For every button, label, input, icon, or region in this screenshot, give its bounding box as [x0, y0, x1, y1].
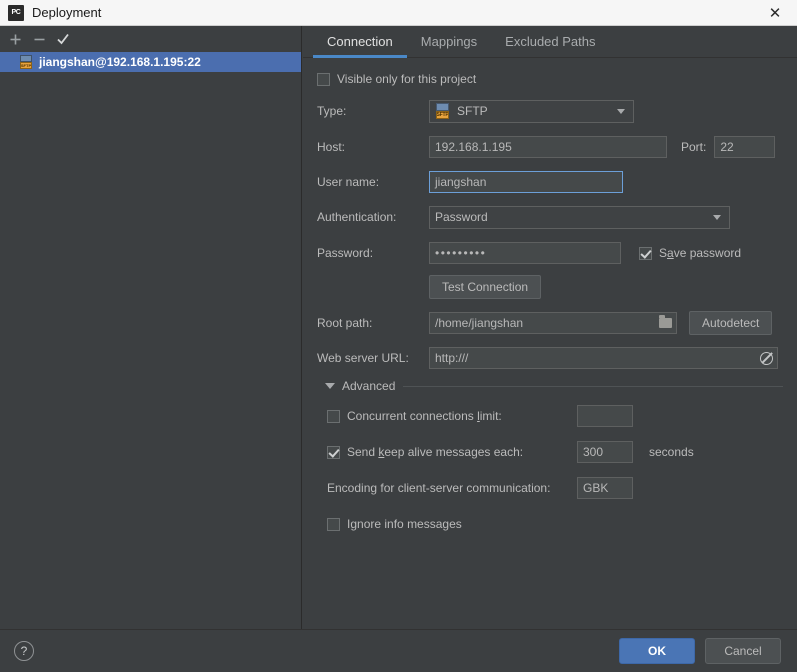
concurrent-limit-checkbox-row[interactable]: Concurrent connections limit:: [327, 409, 577, 423]
window-titlebar: PC Deployment ✕: [0, 0, 797, 26]
remove-server-button[interactable]: [28, 28, 50, 50]
tab-excluded-paths[interactable]: Excluded Paths: [491, 34, 609, 57]
root-path-input[interactable]: /home/jiangshan: [429, 312, 677, 334]
tab-connection[interactable]: Connection: [313, 34, 407, 58]
list-item-label: jiangshan@192.168.1.195:22: [39, 55, 201, 69]
sftp-icon: SFTP: [20, 55, 34, 69]
keep-alive-checkbox-row[interactable]: Send keep alive messages each:: [327, 445, 577, 459]
checkmark-icon: [57, 33, 69, 45]
dialog-actions: OK Cancel: [619, 638, 781, 664]
concurrent-limit-label: Concurrent connections limit:: [347, 409, 502, 423]
visible-only-checkbox[interactable]: [317, 72, 330, 86]
authentication-label: Authentication:: [317, 210, 397, 224]
encoding-label: Encoding for client-server communication…: [327, 481, 551, 495]
settings-tabs: Connection Mappings Excluded Paths: [303, 26, 797, 58]
password-input[interactable]: •••••••••: [429, 242, 621, 264]
globe-disabled-icon[interactable]: [759, 351, 773, 365]
web-server-url-input[interactable]: http:///: [429, 347, 778, 369]
set-default-server-button[interactable]: [52, 28, 74, 50]
type-select-value: SFTP: [457, 104, 488, 118]
authentication-select-value: Password: [435, 210, 488, 224]
plus-icon: [10, 34, 20, 44]
host-label: Host:: [317, 140, 346, 154]
port-label: Port:: [681, 140, 707, 154]
root-path-label: Root path:: [317, 316, 373, 330]
port-input[interactable]: 22: [714, 136, 776, 158]
advanced-label: Advanced: [342, 379, 396, 393]
cancel-button[interactable]: Cancel: [705, 638, 781, 664]
tab-mappings[interactable]: Mappings: [407, 34, 491, 57]
authentication-select[interactable]: Password: [429, 205, 730, 229]
test-connection-button[interactable]: Test Connection: [429, 275, 542, 299]
type-select[interactable]: SFTP SFTP: [429, 99, 634, 123]
password-label: Password:: [317, 246, 374, 260]
list-item-server[interactable]: SFTP jiangshan@192.168.1.195:22: [0, 52, 301, 72]
visible-only-checkbox-row[interactable]: Visible only for this project: [317, 72, 476, 86]
host-input[interactable]: 192.168.1.195: [429, 136, 667, 158]
advanced-divider: [403, 385, 783, 387]
user-name-label: User name:: [317, 175, 380, 189]
user-name-input[interactable]: jiangshan: [429, 171, 623, 193]
add-server-button[interactable]: [4, 28, 26, 50]
chevron-down-icon: [325, 383, 335, 389]
concurrent-limit-checkbox[interactable]: [327, 409, 340, 423]
web-server-url-label: Web server URL:: [317, 351, 409, 365]
connection-settings-panel: Connection Mappings Excluded Paths Visib…: [303, 26, 797, 629]
autodetect-button[interactable]: Autodetect: [689, 311, 773, 335]
advanced-section-header[interactable]: Advanced: [317, 379, 783, 393]
save-password-checkbox[interactable]: [639, 246, 652, 260]
pycharm-app-icon: PC: [8, 4, 24, 21]
help-icon[interactable]: ?: [14, 641, 34, 661]
ignore-info-label: Ignore info messages: [347, 517, 462, 531]
connection-form: Visible only for this project Type: SFTP…: [303, 58, 797, 535]
keep-alive-label: Send keep alive messages each:: [347, 445, 524, 459]
sftp-icon-text: SFTP: [436, 111, 449, 119]
server-list-toolbar: [0, 26, 301, 52]
dialog-bottom-bar: ? OK Cancel: [0, 629, 797, 672]
visible-only-label: Visible only for this project: [337, 72, 477, 86]
keep-alive-checkbox[interactable]: [327, 445, 340, 459]
ok-button[interactable]: OK: [619, 638, 695, 664]
sftp-icon: SFTP: [435, 103, 451, 119]
chevron-down-icon: [713, 214, 721, 220]
keep-alive-unit-label: seconds: [649, 445, 694, 459]
minus-icon: [34, 38, 44, 40]
close-icon[interactable]: ✕: [753, 0, 797, 26]
concurrent-limit-input[interactable]: [577, 405, 633, 427]
server-list: SFTP jiangshan@192.168.1.195:22: [0, 52, 301, 72]
save-password-checkbox-row[interactable]: Save password: [639, 246, 741, 260]
chevron-down-icon: [617, 108, 625, 114]
window-title: Deployment: [32, 5, 102, 20]
folder-icon[interactable]: [658, 315, 672, 330]
type-label: Type:: [317, 104, 347, 118]
ignore-info-checkbox[interactable]: [327, 517, 340, 531]
server-list-panel: SFTP jiangshan@192.168.1.195:22: [0, 26, 302, 629]
save-password-label: Save password: [659, 246, 742, 260]
ignore-info-checkbox-row[interactable]: Ignore info messages: [327, 517, 462, 531]
keep-alive-input[interactable]: 300: [577, 441, 633, 463]
encoding-input[interactable]: GBK: [577, 477, 633, 499]
